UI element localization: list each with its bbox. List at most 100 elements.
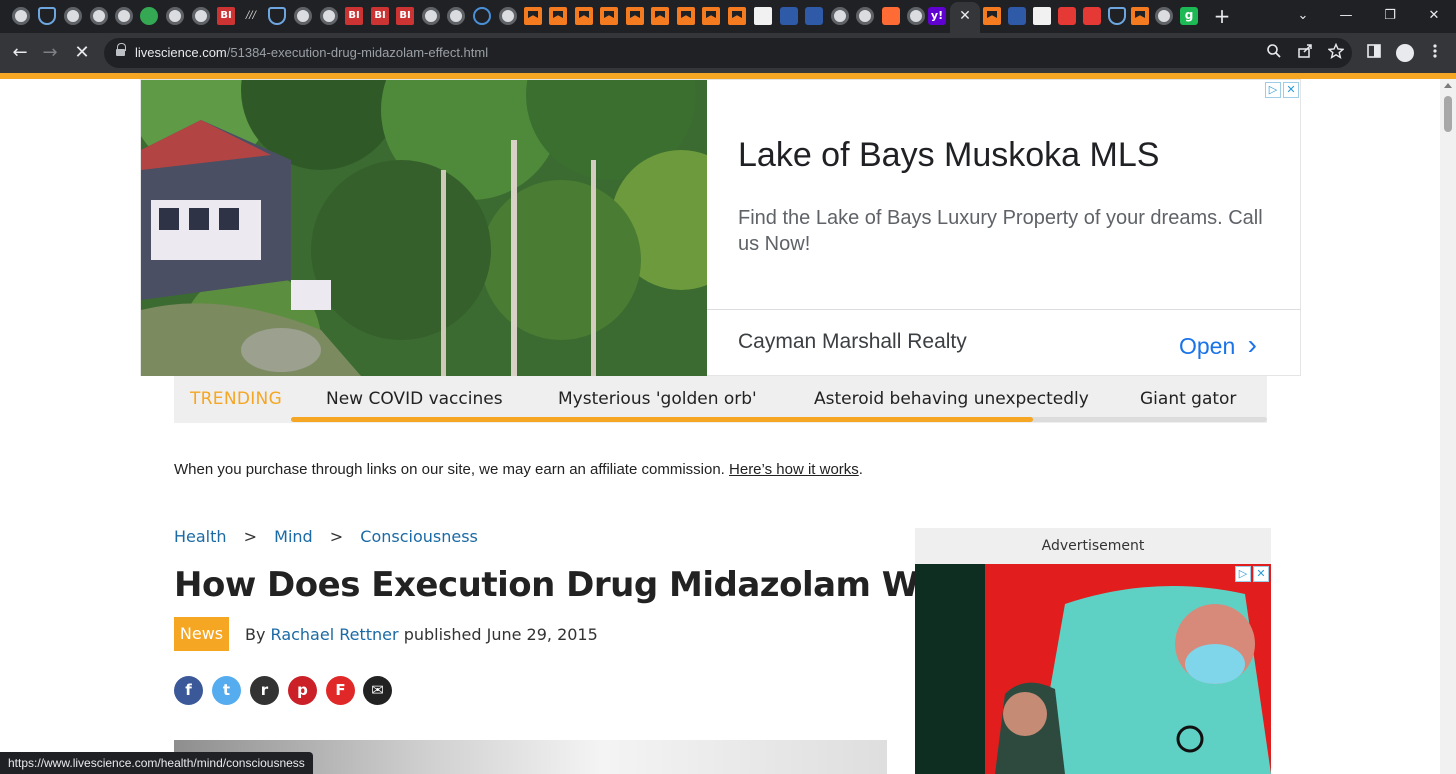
ad-close-icon[interactable]: ✕ — [1283, 82, 1299, 98]
email-share-icon[interactable]: ✉ — [363, 676, 392, 705]
top-banner-ad[interactable]: Lake of Bays Muskoka MLS Find the Lake o… — [140, 79, 1301, 376]
tab-shield-icon[interactable] — [1108, 7, 1126, 25]
tab-globe-icon[interactable] — [499, 7, 517, 25]
tab-bi-icon[interactable]: BI — [217, 7, 235, 25]
close-window-button[interactable]: ✕ — [1419, 3, 1449, 29]
side-ad-image[interactable]: ▷ ✕ — [915, 564, 1271, 774]
tab-shield-icon[interactable] — [38, 7, 56, 25]
tab-bookmark-icon[interactable] — [677, 7, 695, 25]
tab-hex-icon[interactable] — [780, 7, 798, 25]
trending-item[interactable]: Giant gator — [1140, 389, 1236, 409]
tab-bi-icon[interactable]: BI — [396, 7, 414, 25]
tab-yahoo-icon[interactable]: y! — [928, 7, 946, 25]
scroll-up-arrow-icon[interactable] — [1444, 83, 1452, 88]
tab-globe-icon[interactable] — [447, 7, 465, 25]
tab-bookmark-icon[interactable] — [600, 7, 618, 25]
tab-search-icon[interactable] — [473, 7, 491, 25]
tab-search-button[interactable]: ⌄ — [1288, 3, 1318, 29]
back-button[interactable]: ← — [8, 41, 32, 65]
trending-item[interactable]: Asteroid behaving unexpectedly — [814, 389, 1089, 409]
news-badge[interactable]: News — [174, 617, 229, 651]
ad-open-label[interactable]: Open — [1179, 333, 1235, 359]
trending-scroll-thumb[interactable] — [291, 417, 1033, 422]
tab-bi-icon[interactable]: BI — [371, 7, 389, 25]
ad-open-button[interactable]: Open › — [1179, 329, 1257, 361]
tab-globe-icon[interactable] — [856, 7, 874, 25]
page-scrollbar[interactable] — [1440, 79, 1456, 774]
breadcrumb-mind[interactable]: Mind — [274, 527, 313, 546]
tab-globe-icon[interactable] — [831, 7, 849, 25]
tab-globe-icon[interactable] — [1155, 7, 1173, 25]
ad-advertiser-name[interactable]: Cayman Marshall Realty — [738, 330, 967, 354]
lock-icon[interactable] — [116, 43, 126, 58]
tab-page-icon[interactable] — [754, 7, 772, 25]
kebab-menu-icon[interactable] — [1425, 43, 1445, 63]
tab-globe-icon[interactable] — [64, 7, 82, 25]
tab-alert-icon[interactable] — [1083, 7, 1101, 25]
tab-close-icon[interactable]: ✕ — [957, 6, 973, 26]
author-link[interactable]: Rachael Rettner — [271, 625, 399, 644]
tab-bookmark-icon[interactable] — [1131, 7, 1149, 25]
tab-globe-icon[interactable] — [422, 7, 440, 25]
flipboard-share-icon[interactable]: F — [326, 676, 355, 705]
tab-bi-icon[interactable]: BI — [345, 7, 363, 25]
adchoices-icon[interactable]: ▷ — [1235, 566, 1251, 582]
tab-globe-icon[interactable] — [115, 7, 133, 25]
tab-globe-icon[interactable] — [166, 7, 184, 25]
tab-globe-icon[interactable] — [192, 7, 210, 25]
tab-library-icon[interactable] — [1058, 7, 1076, 25]
tab-weather-icon[interactable] — [1008, 7, 1026, 25]
tab-bookmark-icon[interactable] — [575, 7, 593, 25]
scrollbar-thumb[interactable] — [1444, 96, 1452, 132]
tab-shield-icon[interactable] — [268, 7, 286, 25]
ad-headline[interactable]: Lake of Bays Muskoka MLS — [738, 136, 1159, 175]
tab-bookmark-icon[interactable] — [549, 7, 567, 25]
trending-bar: TRENDING New COVID vaccines Mysterious '… — [174, 376, 1267, 423]
trending-scrollbar[interactable] — [291, 417, 1267, 422]
tab-globe-icon[interactable] — [320, 7, 338, 25]
profile-avatar-icon[interactable] — [1396, 44, 1414, 62]
ad-house-image[interactable] — [141, 80, 707, 376]
address-bar[interactable]: livescience.com/51384-execution-drug-mid… — [104, 38, 1352, 68]
pinterest-share-icon[interactable]: p — [288, 676, 317, 705]
tab-script-icon[interactable]: /// — [242, 7, 260, 25]
tab-g-icon[interactable]: g — [1180, 7, 1198, 25]
forward-button[interactable]: → — [38, 41, 62, 65]
tab-bookmark-icon[interactable] — [728, 7, 746, 25]
facebook-share-icon[interactable]: f — [174, 676, 203, 705]
tab-bookmark-icon[interactable] — [524, 7, 542, 25]
tab-bookmark-icon[interactable] — [702, 7, 720, 25]
side-panel-icon[interactable] — [1364, 43, 1384, 63]
adchoices-icon[interactable]: ▷ — [1265, 82, 1281, 98]
tab-play-icon[interactable] — [140, 7, 158, 25]
stop-loading-button[interactable]: ✕ — [70, 41, 94, 65]
tab-bookmark-icon[interactable] — [651, 7, 669, 25]
share-icon[interactable] — [1295, 43, 1315, 63]
tab-hex-icon[interactable] — [805, 7, 823, 25]
new-tab-button[interactable]: + — [1211, 4, 1233, 28]
trending-item[interactable]: Mysterious 'golden orb' — [558, 389, 757, 409]
twitter-share-icon[interactable]: t — [212, 676, 241, 705]
star-icon[interactable] — [1326, 42, 1346, 63]
tab-bookmark-icon[interactable] — [983, 7, 1001, 25]
tab-brave-icon[interactable] — [882, 7, 900, 25]
tab-globe-icon[interactable] — [294, 7, 312, 25]
ad-close-icon[interactable]: ✕ — [1253, 566, 1269, 582]
chevron-right-icon[interactable]: › — [1248, 329, 1257, 360]
minimize-button[interactable]: — — [1331, 3, 1361, 29]
reddit-share-icon[interactable]: r — [250, 676, 279, 705]
trending-item[interactable]: New COVID vaccines — [326, 389, 503, 409]
url-text[interactable]: livescience.com/51384-execution-drug-mid… — [135, 45, 488, 60]
tab-crest-icon[interactable] — [1033, 7, 1051, 25]
breadcrumb-health[interactable]: Health — [174, 527, 227, 546]
byline-by: By — [245, 625, 266, 644]
zoom-icon[interactable] — [1264, 43, 1284, 63]
tab-globe-icon[interactable] — [907, 7, 925, 25]
tab-globe-icon[interactable] — [90, 7, 108, 25]
tab-bookmark-icon[interactable] — [626, 7, 644, 25]
tab-globe-icon[interactable] — [12, 7, 30, 25]
maximize-button[interactable]: ❐ — [1375, 3, 1405, 29]
affiliate-link[interactable]: Here’s how it works — [729, 461, 859, 478]
breadcrumb-consciousness[interactable]: Consciousness — [360, 527, 478, 546]
ad-description[interactable]: Find the Lake of Bays Luxury Property of… — [738, 205, 1278, 257]
